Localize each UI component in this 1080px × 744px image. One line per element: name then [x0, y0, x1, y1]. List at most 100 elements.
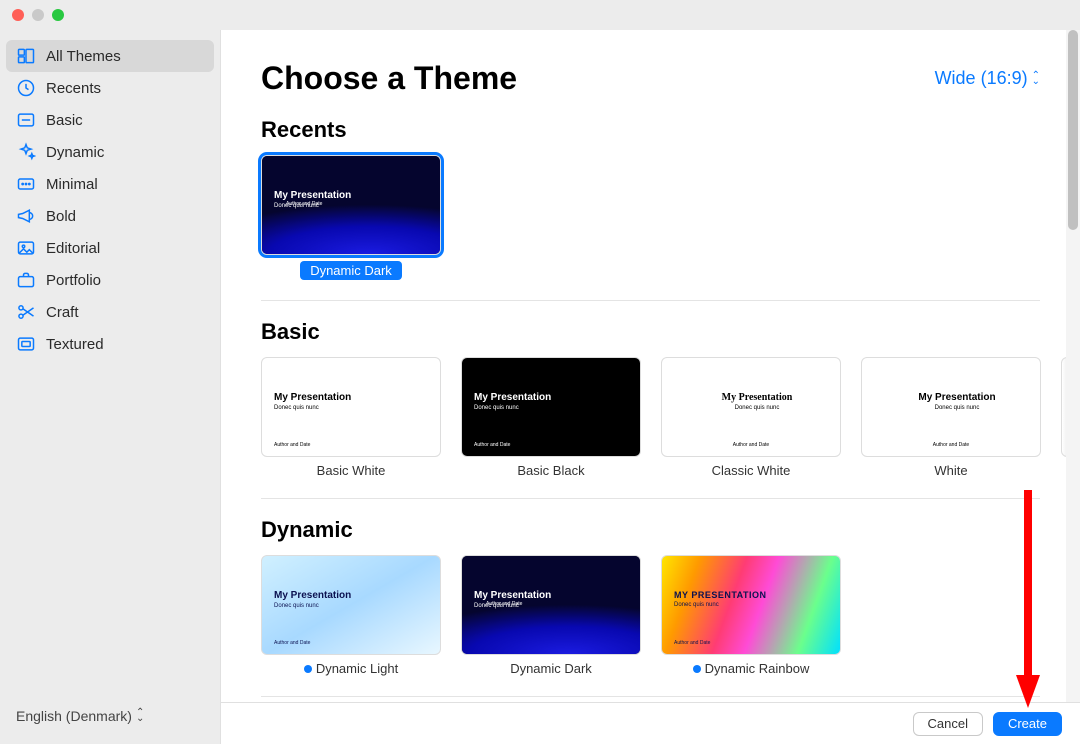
sidebar-item-label: All Themes: [46, 48, 121, 65]
aspect-ratio-selector[interactable]: Wide (16:9) ⌃⌄: [935, 68, 1040, 89]
textured-icon: [16, 334, 36, 354]
sidebar-item-label: Bold: [46, 208, 76, 225]
sidebar-item-portfolio[interactable]: Portfolio: [6, 264, 214, 296]
vertical-scrollbar[interactable]: [1066, 30, 1080, 702]
theme-label-text: Dynamic Rainbow: [705, 661, 810, 676]
language-selector[interactable]: English (Denmark) ⌃⌄: [6, 698, 214, 734]
aspect-label: Wide (16:9): [935, 68, 1028, 89]
section-dynamic: Dynamic My Presentation Donec quis nunc …: [261, 517, 1040, 697]
theme-thumbnail[interactable]: MY PRESENTATION Donec quis nunc Author a…: [661, 555, 841, 655]
sidebar: All Themes Recents Basic Dynamic Minimal: [0, 30, 220, 744]
close-window-button[interactable]: [12, 9, 24, 21]
clock-icon: [16, 78, 36, 98]
preview-title: My Presentation: [474, 392, 640, 403]
preview-subtitle: Donec quis nunc: [874, 405, 1040, 411]
sidebar-item-label: Portfolio: [46, 272, 101, 289]
theme-label: Dynamic Rainbow: [693, 661, 810, 676]
sidebar-item-label: Minimal: [46, 176, 98, 193]
theme-label: Dynamic Dark: [300, 261, 402, 280]
preview-author: Author and Date: [674, 640, 710, 646]
preview-title: My Presentation: [274, 190, 440, 201]
theme-label: Classic White: [712, 463, 791, 478]
theme-basic-white[interactable]: My Presentation Donec quis nunc Author a…: [261, 357, 441, 478]
up-down-chevron-icon: ⌃⌄: [136, 710, 144, 722]
minimal-icon: [16, 174, 36, 194]
theme-label: White: [934, 463, 967, 478]
page-title: Choose a Theme: [261, 60, 517, 97]
theme-dynamic-dark[interactable]: My Presentation Donec quis nunc Author a…: [461, 555, 641, 676]
theme-label-text: Dynamic Light: [316, 661, 398, 676]
preview-author: Author and Date: [286, 201, 441, 207]
briefcase-icon: [16, 270, 36, 290]
sidebar-item-all-themes[interactable]: All Themes: [6, 40, 214, 72]
sparkle-icon: [16, 142, 36, 162]
sidebar-item-bold[interactable]: Bold: [6, 200, 214, 232]
footer: Cancel Create: [221, 702, 1080, 744]
theme-classic-white[interactable]: My Presentation Donec quis nunc Author a…: [661, 357, 841, 478]
theme-thumbnail[interactable]: My Presentation Donec quis nunc Author a…: [461, 357, 641, 457]
theme-thumbnail[interactable]: My Presentation Donec quis nunc Author a…: [861, 357, 1041, 457]
sidebar-item-label: Basic: [46, 112, 83, 129]
sidebar-item-label: Craft: [46, 304, 79, 321]
preview-author: Author and Date: [274, 640, 310, 646]
all-themes-icon: [16, 46, 36, 66]
preview-subtitle: Donec quis nunc: [674, 602, 840, 608]
theme-thumbnail[interactable]: My Presentation Donec quis nunc Author a…: [261, 357, 441, 457]
theme-thumbnail[interactable]: My Presentation Donec quis nunc Author a…: [261, 555, 441, 655]
theme-dynamic-light[interactable]: My Presentation Donec quis nunc Author a…: [261, 555, 441, 676]
sidebar-item-basic[interactable]: Basic: [6, 104, 214, 136]
theme-thumbnail[interactable]: My Presentation Donec quis nunc Author a…: [461, 555, 641, 655]
section-basic: Basic My Presentation Donec quis nunc Au…: [261, 319, 1040, 499]
preview-subtitle: Donec quis nunc: [674, 405, 840, 411]
preview-title: My Presentation: [274, 392, 440, 403]
theme-white[interactable]: My Presentation Donec quis nunc Author a…: [861, 357, 1041, 478]
theme-thumbnail[interactable]: My Presentation Donec quis nunc Author a…: [661, 357, 841, 457]
theme-basic-black[interactable]: My Presentation Donec quis nunc Author a…: [461, 357, 641, 478]
section-title: Dynamic: [261, 517, 1040, 543]
minimize-window-button[interactable]: [32, 9, 44, 21]
scrollbar-thumb[interactable]: [1068, 30, 1078, 230]
theme-dynamic-dark-recent[interactable]: My Presentation Donec quis nunc Author a…: [261, 155, 441, 280]
sidebar-item-dynamic[interactable]: Dynamic: [6, 136, 214, 168]
theme-label: Basic White: [317, 463, 386, 478]
preview-subtitle: Donec quis nunc: [274, 405, 440, 411]
preview-title: My Presentation: [474, 590, 640, 601]
section-title: Basic: [261, 319, 1040, 345]
theme-thumbnail[interactable]: My Presentation Donec quis nunc Author a…: [261, 155, 441, 255]
preview-title: My Presentation: [274, 590, 440, 601]
sidebar-item-textured[interactable]: Textured: [6, 328, 214, 360]
create-button[interactable]: Create: [993, 712, 1062, 736]
titlebar: [0, 0, 1080, 30]
basic-icon: [16, 110, 36, 130]
blue-dot-icon: [693, 665, 701, 673]
up-down-chevron-icon: ⌃⌄: [1032, 73, 1040, 85]
preview-title: MY PRESENTATION: [674, 590, 840, 600]
preview-subtitle: Donec quis nunc: [474, 405, 640, 411]
preview-subtitle: Donec quis nunc: [274, 603, 440, 609]
sidebar-item-craft[interactable]: Craft: [6, 296, 214, 328]
sidebar-item-recents[interactable]: Recents: [6, 72, 214, 104]
sidebar-item-editorial[interactable]: Editorial: [6, 232, 214, 264]
image-icon: [16, 238, 36, 258]
theme-scroll-area[interactable]: Choose a Theme Wide (16:9) ⌃⌄ Recents My…: [221, 30, 1080, 702]
theme-dynamic-rainbow[interactable]: MY PRESENTATION Donec quis nunc Author a…: [661, 555, 841, 676]
window-controls: [12, 9, 64, 21]
zoom-window-button[interactable]: [52, 9, 64, 21]
preview-author: Author and Date: [474, 442, 510, 448]
blue-dot-icon: [304, 665, 312, 673]
section-recents: Recents My Presentation Donec quis nunc …: [261, 117, 1040, 301]
sidebar-item-minimal[interactable]: Minimal: [6, 168, 214, 200]
language-label: English (Denmark): [16, 708, 132, 724]
scissors-icon: [16, 302, 36, 322]
preview-author: Author and Date: [486, 601, 641, 607]
theme-label: Dynamic Dark: [510, 661, 592, 676]
megaphone-icon: [16, 206, 36, 226]
sidebar-item-label: Dynamic: [46, 144, 104, 161]
preview-author: Author and Date: [662, 442, 840, 448]
sidebar-item-label: Recents: [46, 80, 101, 97]
cancel-button[interactable]: Cancel: [913, 712, 983, 736]
preview-title: My Presentation: [674, 392, 840, 403]
section-title: Recents: [261, 117, 1040, 143]
theme-label: Basic Black: [517, 463, 584, 478]
preview-author: Author and Date: [862, 442, 1040, 448]
